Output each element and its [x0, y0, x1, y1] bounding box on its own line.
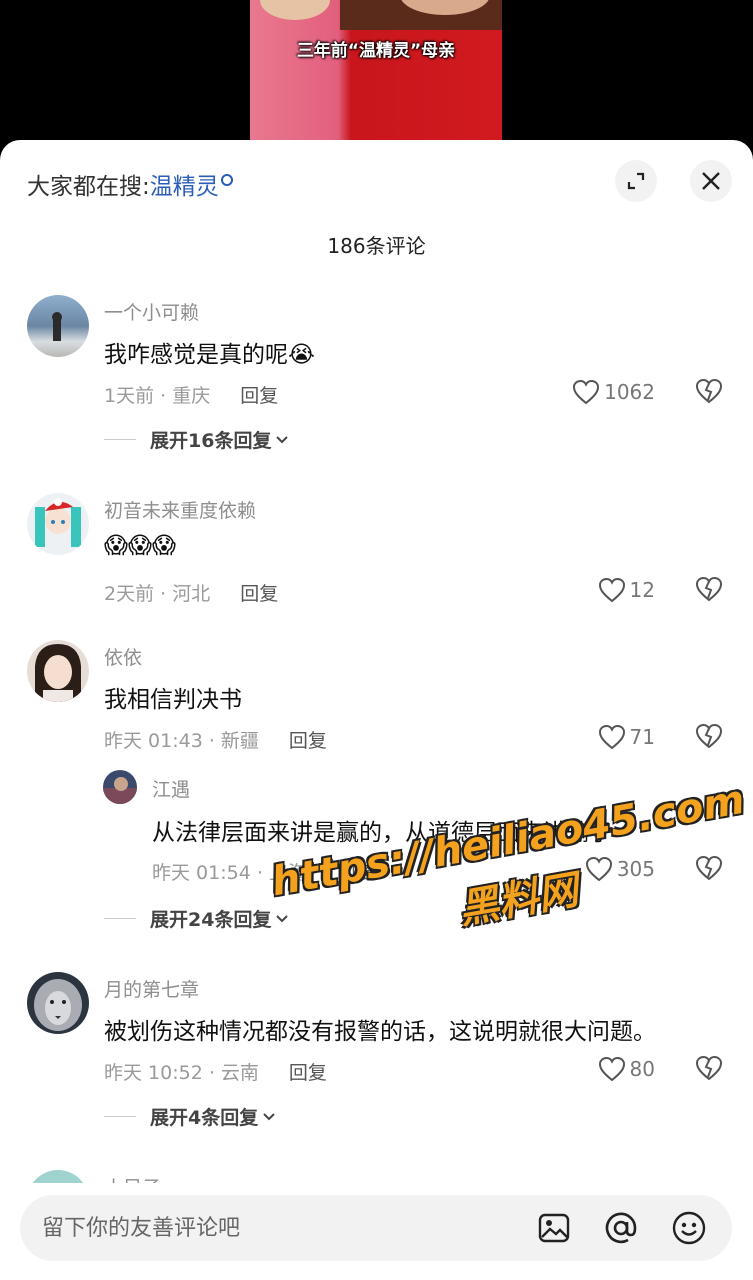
comment-meta: 昨天 01:43 · 新疆 回复 — [104, 726, 327, 753]
chevron-down-icon — [276, 435, 289, 443]
heart-icon — [598, 1056, 625, 1082]
reply-button[interactable]: 回复 — [240, 385, 278, 407]
comment-username[interactable]: 依依 — [104, 643, 142, 670]
divider — [104, 918, 136, 919]
heart-icon — [598, 724, 625, 750]
like-count: 80 — [629, 1057, 655, 1081]
comment-meta: 昨天 10:52 · 云南 回复 — [104, 1058, 327, 1085]
emoji-icon — [672, 1211, 706, 1245]
heart-icon — [573, 379, 600, 405]
dislike-button[interactable] — [695, 723, 723, 753]
reply-avatar[interactable] — [103, 770, 137, 804]
divider — [104, 439, 136, 440]
expand-replies[interactable]: 展开16条回复 — [104, 426, 290, 453]
search-icon — [220, 174, 233, 186]
expand-icon — [627, 172, 645, 190]
comment-time-location: 1天前 · 重庆 — [104, 385, 211, 407]
like-button[interactable]: 80 — [598, 1056, 655, 1082]
like-count: 1062 — [604, 380, 655, 404]
like-button[interactable]: 1062 — [572, 379, 655, 405]
video-player[interactable]: 三年前“温精灵”母亲 — [0, 0, 753, 150]
comment-input[interactable] — [42, 1211, 512, 1245]
expand-replies-label: 展开24条回复 — [150, 909, 272, 931]
comment-text: 被划伤这种情况都没有报警的话，这说明就很大问题。 — [104, 1019, 656, 1045]
avatar[interactable] — [27, 493, 89, 555]
trending-search-keyword[interactable]: 温精灵 — [150, 174, 219, 200]
video-frame[interactable]: 三年前“温精灵”母亲 — [250, 0, 502, 150]
comment-meta: 2天前 · 河北 回复 — [104, 579, 278, 606]
avatar[interactable] — [27, 972, 89, 1034]
comment-meta: 1天前 · 重庆 回复 — [104, 381, 278, 408]
expand-button[interactable] — [615, 160, 657, 202]
broken-heart-icon — [695, 576, 723, 602]
image-button[interactable] — [536, 1210, 572, 1246]
video-caption: 三年前“温精灵”母亲 — [296, 41, 456, 61]
close-icon — [702, 172, 720, 190]
broken-heart-icon — [695, 723, 723, 749]
expand-replies-label: 展开4条回复 — [150, 1107, 259, 1129]
dislike-button[interactable] — [695, 378, 723, 408]
avatar[interactable] — [27, 640, 89, 702]
expand-replies[interactable]: 展开4条回复 — [104, 1103, 277, 1130]
expand-replies-label: 展开16条回复 — [150, 430, 272, 452]
like-count: 12 — [629, 578, 655, 602]
reply-button[interactable]: 回复 — [289, 730, 327, 752]
broken-heart-icon — [695, 1055, 723, 1081]
mention-button[interactable] — [603, 1210, 639, 1246]
reply-button[interactable]: 回复 — [240, 583, 278, 605]
emoji-button[interactable] — [671, 1210, 707, 1246]
like-count: 71 — [629, 725, 655, 749]
trending-search[interactable]: 大家都在搜:温精灵 — [27, 167, 233, 201]
reply-button[interactable]: 回复 — [289, 1062, 327, 1084]
comment-text: 😱😱😱 — [104, 533, 176, 559]
image-icon — [538, 1213, 570, 1243]
comment-count: 186条评论 — [327, 234, 426, 258]
dislike-button[interactable] — [695, 1055, 723, 1085]
comment-input-container[interactable] — [20, 1195, 732, 1261]
video-person-left — [260, 0, 330, 20]
heart-icon — [598, 577, 625, 603]
like-button[interactable]: 71 — [598, 724, 655, 750]
comment-time-location: 昨天 01:43 · 新疆 — [104, 730, 259, 752]
comment-text: 我咋感觉是真的呢😭 — [104, 342, 315, 368]
dislike-button[interactable] — [695, 576, 723, 606]
close-button[interactable] — [690, 160, 732, 202]
comment-time-location: 昨天 10:52 · 云南 — [104, 1062, 259, 1084]
comment-username[interactable]: 一个小可赖 — [104, 298, 199, 325]
expand-replies[interactable]: 展开24条回复 — [104, 905, 290, 932]
comment-input-bar — [0, 1183, 753, 1280]
comment-username[interactable]: 月的第七章 — [104, 975, 199, 1002]
comment-text: 我相信判决书 — [104, 687, 242, 713]
comment-sheet: 大家都在搜:温精灵 186条评论 一个小可赖 我咋感觉是真的呢😭 1天前 · 重… — [0, 140, 753, 1280]
comment-time-location: 2天前 · 河北 — [104, 583, 211, 605]
trending-search-prefix: 大家都在搜: — [27, 174, 150, 200]
reply-username[interactable]: 江遇 — [152, 775, 190, 802]
broken-heart-icon — [695, 378, 723, 404]
comment-username[interactable]: 初音未来重度依赖 — [104, 496, 256, 523]
at-icon — [605, 1212, 637, 1244]
divider — [104, 1116, 136, 1117]
avatar[interactable] — [27, 295, 89, 357]
chevron-down-icon — [263, 1112, 275, 1120]
like-button[interactable]: 12 — [598, 577, 655, 603]
